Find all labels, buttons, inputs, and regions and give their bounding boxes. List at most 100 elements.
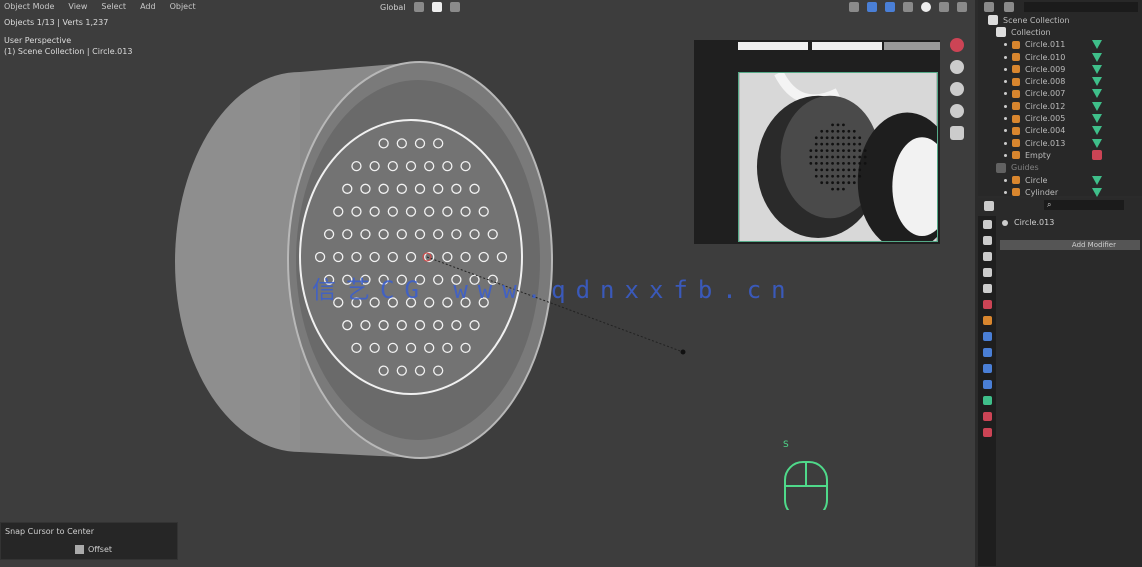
outliner-item[interactable]: Circle.011: [978, 39, 1142, 51]
outliner-item[interactable]: Cylinder: [978, 186, 1142, 198]
redo-panel[interactable]: Snap Cursor to Center Offset: [0, 522, 178, 560]
world-tab-icon[interactable]: [982, 300, 992, 309]
outliner-item-label: Circle.013: [1025, 138, 1066, 148]
outliner-item[interactable]: Circle.008: [978, 75, 1142, 87]
empty-data-icon: [1092, 150, 1102, 161]
properties-search[interactable]: ⌕: [1044, 200, 1124, 210]
editor-type-icon[interactable]: [984, 201, 994, 211]
reference-hole: [863, 149, 867, 152]
reference-hole: [847, 181, 851, 185]
expand-dot: [1004, 153, 1007, 157]
offset-checkbox[interactable]: Offset: [75, 545, 112, 554]
mesh-data-icon: [1092, 126, 1102, 136]
scene-tab-icon[interactable]: [982, 284, 992, 293]
reference-hole: [852, 168, 856, 172]
expand-dot: [1004, 141, 1007, 145]
navigation-gizmo: [950, 38, 964, 140]
outliner-item[interactable]: Circle.005: [978, 112, 1142, 124]
reference-hole: [842, 129, 845, 133]
outliner-item[interactable]: Circle.012: [978, 100, 1142, 112]
reference-hole: [820, 142, 824, 146]
tool-tab-icon[interactable]: [982, 220, 992, 229]
reference-image-window[interactable]: [694, 40, 940, 244]
perspective-toggle-icon[interactable]: [950, 126, 964, 140]
collection-row[interactable]: Collection: [978, 26, 1142, 38]
reference-hole: [847, 149, 851, 152]
reference-hole: [831, 174, 834, 178]
reference-hole: [836, 142, 840, 146]
outliner-item-label: Circle.011: [1025, 40, 1066, 50]
reference-hole: [836, 123, 840, 127]
reference-hole: [858, 168, 862, 172]
3d-viewport[interactable]: Object Mode View Select Add Object Globa…: [0, 0, 975, 567]
particles-tab-icon[interactable]: [982, 348, 992, 357]
outliner-item[interactable]: Circle: [978, 174, 1142, 186]
reference-hole: [836, 136, 840, 140]
outliner-item[interactable]: Empty: [978, 149, 1142, 161]
mesh-data-icon: [1092, 175, 1102, 185]
outliner-item[interactable]: Circle.004: [978, 125, 1142, 137]
ref-tab[interactable]: [884, 42, 940, 50]
reference-hole: [847, 174, 851, 178]
reference-hole: [814, 149, 818, 152]
physics-tab-icon[interactable]: [982, 364, 992, 373]
reference-hole: [820, 174, 824, 178]
reference-hole: [847, 162, 851, 165]
mesh-data-icon: [1092, 114, 1102, 124]
mesh-data-icon: [1092, 52, 1102, 62]
reference-hole: [820, 181, 824, 185]
outliner-item-label: Circle.008: [1025, 77, 1066, 87]
reference-hole: [814, 136, 818, 140]
view-layer-tab-icon[interactable]: [982, 268, 992, 277]
reference-hole: [852, 155, 856, 159]
collection-row[interactable]: Guides: [978, 162, 1142, 174]
output-tab-icon[interactable]: [982, 252, 992, 261]
reference-hole: [809, 155, 813, 159]
modifier-tab-icon[interactable]: [982, 332, 992, 341]
outliner: Scene Collection Collection Circle.011 Ci…: [978, 0, 1142, 198]
object-tab-icon[interactable]: [982, 316, 992, 325]
reference-hole: [858, 155, 862, 159]
outliner-item[interactable]: Circle.009: [978, 63, 1142, 75]
material-tab-icon[interactable]: [982, 412, 992, 421]
reference-hole: [820, 162, 824, 165]
mesh-data-icon: [1092, 64, 1102, 74]
key-label: S: [783, 440, 789, 450]
reference-hole: [858, 136, 862, 140]
outliner-item[interactable]: Circle.013: [978, 137, 1142, 149]
reference-hole: [820, 168, 824, 172]
constraints-tab-icon[interactable]: [982, 380, 992, 389]
reference-hole: [836, 181, 840, 185]
reference-hole: [842, 155, 845, 159]
reference-hole: [831, 187, 834, 191]
add-modifier-button[interactable]: Add Modifier: [1000, 240, 1140, 250]
reference-hole: [852, 149, 856, 152]
outliner-item[interactable]: Circle.010: [978, 51, 1142, 63]
display-mode-icon[interactable]: [984, 2, 994, 12]
zoom-icon[interactable]: [950, 60, 964, 74]
outliner-item-label: Empty: [1025, 150, 1051, 160]
mesh-object-icon: [1012, 188, 1020, 197]
reference-hole: [831, 142, 834, 146]
camera-view-icon[interactable]: [950, 38, 964, 52]
outliner-search[interactable]: [1024, 2, 1138, 12]
outliner-item[interactable]: Circle.007: [978, 88, 1142, 100]
pan-hand-icon[interactable]: [950, 82, 964, 96]
reference-hole: [836, 174, 840, 178]
reference-hole: [847, 129, 851, 133]
redo-title[interactable]: Snap Cursor to Center: [5, 527, 94, 536]
ref-tab[interactable]: [738, 42, 808, 50]
render-tab-icon[interactable]: [982, 236, 992, 245]
reference-hole: [847, 155, 851, 159]
filter-icon[interactable]: [1004, 2, 1014, 12]
outliner-item-label: Circle: [1025, 175, 1048, 185]
reference-hole: [847, 142, 851, 146]
outliner-item-label: Circle.009: [1025, 64, 1066, 74]
mesh-data-icon: [1092, 89, 1102, 99]
camera-icon[interactable]: [950, 104, 964, 118]
texture-tab-icon[interactable]: [982, 428, 992, 437]
ref-tab[interactable]: [812, 42, 882, 50]
scene-collection-row[interactable]: Scene Collection: [978, 14, 1142, 26]
reference-hole: [842, 181, 845, 185]
data-tab-icon[interactable]: [982, 396, 992, 405]
